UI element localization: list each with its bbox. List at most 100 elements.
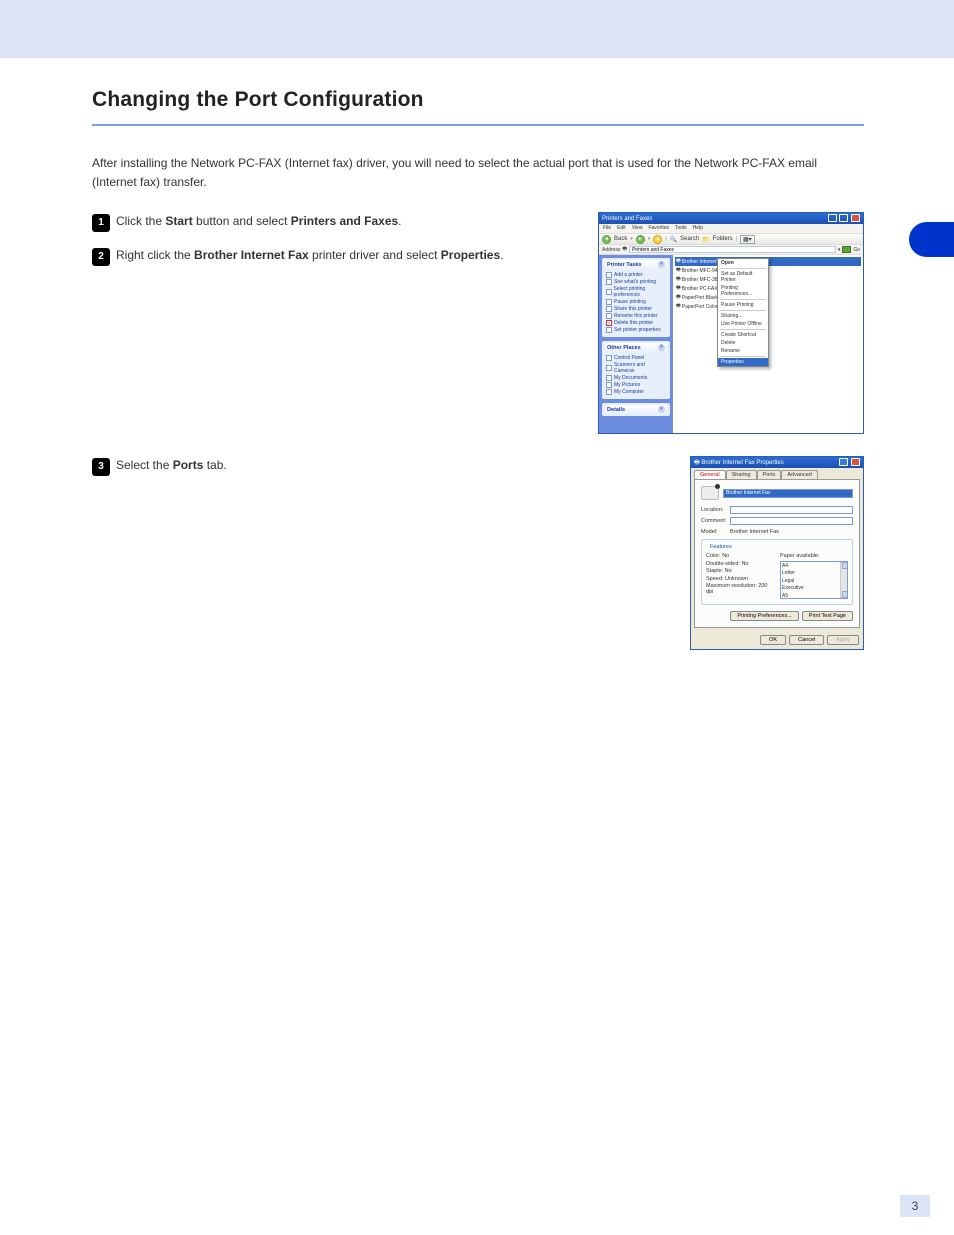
apply-button[interactable]: Apply bbox=[827, 635, 859, 645]
features-left: Color: No Double-sided: No Staple: No Sp… bbox=[706, 553, 774, 600]
win2-title: Brother Internet Fax Properties bbox=[701, 460, 783, 466]
printers-faxes-window: Printers and Faxes File Edit View Favori… bbox=[598, 212, 864, 434]
place-control-panel[interactable]: Control Panel bbox=[606, 354, 666, 361]
maximize-icon[interactable] bbox=[839, 214, 848, 222]
tab-sharing[interactable]: Sharing bbox=[726, 470, 757, 479]
details-panel: Details˅ bbox=[602, 403, 670, 416]
task-share[interactable]: Share this printer bbox=[606, 305, 666, 312]
place-pictures[interactable]: My Pictures bbox=[606, 381, 666, 388]
cancel-button[interactable]: Cancel bbox=[789, 635, 824, 645]
task-delete[interactable]: xDelete this printer bbox=[606, 319, 666, 326]
win1-addressbar: Address 🖶 ▾ Go bbox=[599, 245, 863, 255]
task-see-printing[interactable]: See what's printing bbox=[606, 278, 666, 285]
pictures-icon bbox=[606, 382, 612, 388]
location-input[interactable] bbox=[730, 506, 853, 514]
search-label: Search bbox=[680, 236, 699, 242]
ctx-shortcut[interactable]: Create Shortcut bbox=[718, 331, 768, 339]
menu-tools[interactable]: Tools bbox=[675, 225, 687, 232]
comment-label: Comment: bbox=[701, 518, 727, 524]
heading-rule bbox=[92, 124, 864, 126]
page-title: Changing the Port Configuration bbox=[92, 88, 864, 112]
place-computer[interactable]: My Computer bbox=[606, 388, 666, 395]
gear-icon bbox=[606, 289, 612, 295]
ctx-default[interactable]: Set as Default Printer bbox=[718, 270, 768, 284]
go-button[interactable] bbox=[842, 246, 851, 253]
tab-general[interactable]: General bbox=[694, 470, 726, 479]
win1-title: Printers and Faxes bbox=[602, 216, 652, 222]
menu-edit[interactable]: Edit bbox=[617, 225, 626, 232]
panel-heading: Other Places bbox=[607, 345, 641, 351]
ctx-offline[interactable]: Use Printer Offline bbox=[718, 320, 768, 328]
ctx-delete[interactable]: Delete bbox=[718, 339, 768, 347]
menu-file[interactable]: File bbox=[603, 225, 611, 232]
chevron-up-icon[interactable]: ˄ bbox=[658, 344, 665, 351]
task-add-printer[interactable]: Add a printer bbox=[606, 271, 666, 278]
go-label: Go bbox=[853, 247, 860, 253]
menu-view[interactable]: View bbox=[632, 225, 643, 232]
page-content: Changing the Port Configuration After in… bbox=[0, 58, 954, 712]
win1-window-buttons bbox=[827, 214, 860, 224]
tab-general-pane: Location: Comment: Model:Brother Interne… bbox=[694, 479, 860, 628]
close-icon[interactable] bbox=[851, 214, 860, 222]
folders-icon[interactable]: 📁 bbox=[702, 236, 709, 243]
features-title: Features bbox=[708, 544, 734, 550]
search-icon[interactable]: 🔍 bbox=[670, 236, 677, 243]
ctx-pause[interactable]: Pause Printing bbox=[718, 301, 768, 309]
tab-ports[interactable]: Ports bbox=[757, 470, 782, 479]
task-properties[interactable]: Set printer properties bbox=[606, 326, 666, 333]
print-test-page-button[interactable]: Print Test Page bbox=[802, 611, 853, 621]
task-preferences[interactable]: Select printing preferences bbox=[606, 285, 666, 298]
step-badge-3: 3 bbox=[92, 458, 110, 476]
printer-name-input[interactable] bbox=[723, 489, 853, 498]
features-group: Features Color: No Double-sided: No Stap… bbox=[701, 539, 853, 605]
minimize-icon[interactable] bbox=[828, 214, 837, 222]
t: tab. bbox=[203, 458, 226, 472]
menu-favorites[interactable]: Favorites bbox=[648, 225, 669, 232]
ctx-rename[interactable]: Rename bbox=[718, 347, 768, 355]
intro-paragraph: After installing the Network PC-FAX (Int… bbox=[92, 154, 852, 192]
printing-preferences-button[interactable]: Printing Preferences... bbox=[730, 611, 798, 621]
ok-button[interactable]: OK bbox=[760, 635, 786, 645]
scrollbar[interactable] bbox=[840, 562, 847, 598]
win2-tabs: General Sharing Ports Advanced bbox=[691, 468, 863, 479]
features-right: Paper available: A4 Letter Legal Executi… bbox=[780, 553, 848, 600]
ctx-sharing[interactable]: Sharing... bbox=[718, 312, 768, 320]
back-icon[interactable]: ◄ bbox=[602, 235, 611, 244]
delete-icon: x bbox=[606, 320, 612, 326]
win2-titlebar: 🖶 Brother Internet Fax Properties bbox=[691, 457, 863, 468]
forward-icon[interactable]: ► bbox=[636, 235, 645, 244]
views-icon[interactable]: ▦▾ bbox=[740, 235, 755, 244]
win1-titlebar: Printers and Faxes bbox=[599, 213, 863, 224]
up-icon[interactable]: ▲ bbox=[653, 235, 662, 244]
place-documents[interactable]: My Documents bbox=[606, 374, 666, 381]
win1-sidebar: Printer Tasks˄ Add a printer See what's … bbox=[599, 255, 673, 433]
rename-icon bbox=[606, 313, 612, 319]
task-pause[interactable]: Pause printing bbox=[606, 298, 666, 305]
scanner-icon bbox=[606, 365, 612, 371]
model-label: Model: bbox=[701, 529, 727, 535]
paper-label: Paper available: bbox=[780, 553, 848, 559]
menu-help[interactable]: Help bbox=[693, 225, 703, 232]
ctx-open[interactable]: Open bbox=[718, 259, 768, 267]
address-input[interactable] bbox=[629, 246, 836, 253]
help-icon[interactable] bbox=[839, 458, 848, 466]
comment-input[interactable] bbox=[730, 517, 853, 525]
chevron-up-icon[interactable]: ˄ bbox=[658, 261, 665, 268]
close-icon[interactable] bbox=[851, 458, 860, 466]
task-rename[interactable]: Rename this printer bbox=[606, 312, 666, 319]
place-scanners[interactable]: Scanners and Cameras bbox=[606, 361, 666, 374]
control-panel-icon bbox=[606, 355, 612, 361]
paper-item: Letter bbox=[782, 570, 846, 576]
paper-item: A4 bbox=[782, 563, 846, 569]
printer-icon: 🖶 bbox=[676, 258, 681, 266]
tab-advanced[interactable]: Advanced bbox=[781, 470, 817, 479]
ctx-properties[interactable]: Properties bbox=[718, 358, 768, 366]
properties-dialog: 🖶 Brother Internet Fax Properties Genera… bbox=[690, 456, 864, 650]
paper-item: Legal bbox=[782, 578, 846, 584]
t: Start bbox=[165, 214, 192, 228]
win1-menubar: File Edit View Favorites Tools Help bbox=[599, 224, 863, 233]
context-menu: Open Set as Default Printer Printing Pre… bbox=[717, 258, 769, 367]
paper-list[interactable]: A4 Letter Legal Executive A5 A6 bbox=[780, 561, 848, 599]
ctx-prefs[interactable]: Printing Preferences... bbox=[718, 284, 768, 298]
chevron-down-icon[interactable]: ˅ bbox=[658, 406, 665, 413]
